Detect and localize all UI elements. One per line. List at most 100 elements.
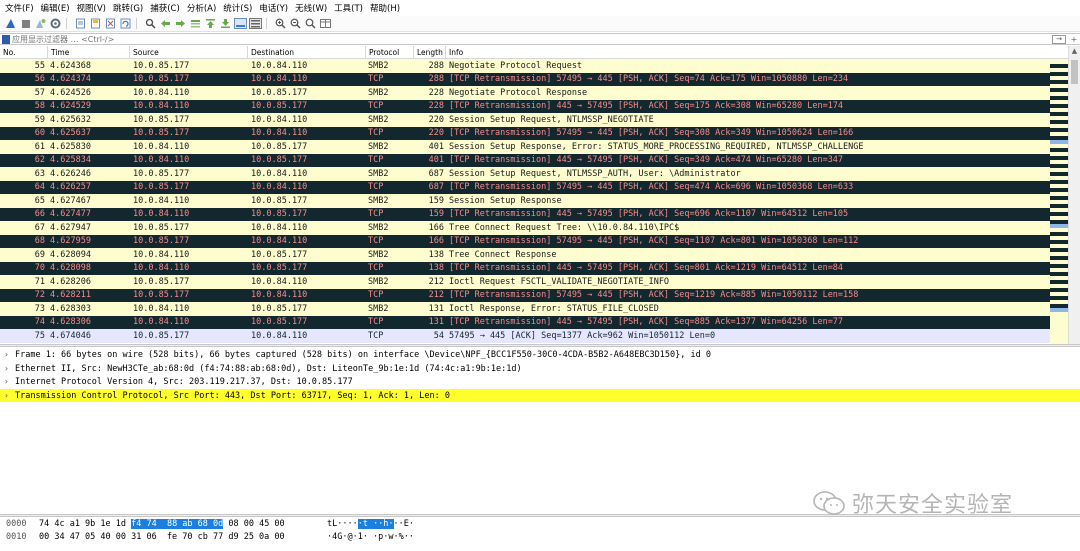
packet-minimap[interactable] [1050, 60, 1068, 344]
packet-row[interactable]: 55 4.624368 10.0.85.177 10.0.84.110 SMB2 288 N… [0, 59, 1068, 73]
packet-row[interactable]: 73 4.628303 10.0.84.110 10.0.85.177 SMB2 131 I… [0, 302, 1068, 316]
packet-protocol: SMB2 [368, 222, 389, 233]
packet-row[interactable]: 70 4.628098 10.0.84.110 10.0.85.177 TCP 138 [T… [0, 261, 1068, 275]
scrollbar-thumb[interactable] [1071, 60, 1078, 84]
menu-item[interactable]: 编辑(E) [39, 2, 75, 14]
bookmark-icon[interactable] [2, 34, 10, 44]
ascii-bytes[interactable]: ·4G·@·1· ·p·w·%·· [327, 531, 414, 544]
packet-row[interactable]: 57 4.624526 10.0.84.110 10.0.85.177 SMB2 228 N… [0, 86, 1068, 100]
packet-row[interactable]: 62 4.625834 10.0.84.110 10.0.85.177 TCP 401 [T… [0, 153, 1068, 167]
stop-icon[interactable] [19, 17, 32, 30]
ascii-bytes[interactable]: tL·····t ··h···E· [327, 518, 414, 531]
zoom-normal-icon[interactable] [304, 17, 317, 30]
packet-row[interactable]: 65 4.627467 10.0.84.110 10.0.85.177 SMB2 159 S… [0, 194, 1068, 208]
hex-offset: 0000 [6, 519, 27, 529]
packet-source: 10.0.85.177 [133, 60, 190, 71]
back-arrow-icon[interactable] [159, 17, 172, 30]
packet-row[interactable]: 60 4.625637 10.0.85.177 10.0.84.110 TCP 220 [T… [0, 126, 1068, 140]
packet-source: 10.0.85.177 [133, 236, 190, 247]
zoom-in-icon[interactable] [274, 17, 287, 30]
packet-no: 67 [34, 222, 45, 233]
pane-splitter[interactable] [0, 344, 1080, 347]
menu-item[interactable]: 统计(S) [221, 2, 257, 14]
go-first-icon[interactable] [204, 17, 217, 30]
packet-source: 10.0.84.110 [133, 195, 190, 206]
packet-time: 4.627959 [50, 236, 91, 247]
menu-item[interactable]: 跳转(G) [111, 2, 148, 14]
wechat-logo-icon [812, 490, 846, 516]
detail-tree-row[interactable]: › Frame 1: 66 bytes on wire (528 bits), 6… [0, 348, 1080, 362]
expand-chevron-icon[interactable]: › [4, 375, 15, 389]
open-file-icon[interactable] [74, 17, 87, 30]
menu-item[interactable]: 帮助(H) [368, 2, 405, 14]
reload-icon[interactable] [119, 17, 132, 30]
packet-source: 10.0.84.110 [133, 155, 190, 166]
restart-icon[interactable] [34, 17, 47, 30]
expand-chevron-icon[interactable]: › [4, 362, 15, 376]
close-file-icon[interactable] [104, 17, 117, 30]
find-icon[interactable] [144, 17, 157, 30]
column-header-protocol[interactable]: Protocol [366, 46, 414, 59]
packet-row[interactable]: 75 4.674046 10.0.85.177 10.0.84.110 TCP 54 574… [0, 329, 1068, 343]
packet-protocol: TCP [368, 290, 384, 301]
go-to-packet-icon[interactable] [189, 17, 202, 30]
packet-destination: 10.0.84.110 [251, 128, 308, 139]
zoom-out-icon[interactable] [289, 17, 302, 30]
column-header-no[interactable]: No. [0, 46, 48, 59]
forward-arrow-icon[interactable] [174, 17, 187, 30]
detail-tree-row[interactable]: › Transmission Control Protocol, Src Port… [0, 388, 1080, 403]
apply-filter-button[interactable]: → [1052, 34, 1066, 44]
packet-row[interactable]: 59 4.625632 10.0.85.177 10.0.84.110 SMB2 220 S… [0, 113, 1068, 127]
scroll-up-icon[interactable]: ▲ [1069, 46, 1080, 57]
go-last-icon[interactable] [219, 17, 232, 30]
packet-list-scrollbar[interactable]: ▲ [1068, 46, 1080, 344]
detail-tree-row[interactable]: › Ethernet II, Src: NewH3CTe_ab:68:0d (f4… [0, 362, 1080, 376]
packet-row[interactable]: 63 4.626246 10.0.85.177 10.0.84.110 SMB2 687 S… [0, 167, 1068, 181]
column-header-info[interactable]: Info [446, 46, 1068, 59]
save-file-icon[interactable] [89, 17, 102, 30]
detail-tree-row[interactable]: › Internet Protocol Version 4, Src: 203.1… [0, 375, 1080, 389]
packet-row[interactable]: 56 4.624374 10.0.85.177 10.0.84.110 TCP 288 [T… [0, 72, 1068, 86]
column-header-destination[interactable]: Destination [248, 46, 366, 59]
add-filter-button[interactable]: + [1068, 35, 1080, 44]
options-gear-icon[interactable] [49, 17, 62, 30]
column-header-source[interactable]: Source [130, 46, 248, 59]
menu-item[interactable]: 工具(T) [332, 2, 368, 14]
packet-destination: 10.0.84.110 [251, 222, 308, 233]
packet-length: 138 [428, 249, 444, 260]
packet-protocol: TCP [368, 263, 384, 274]
packet-time: 4.624368 [50, 60, 91, 71]
packet-row[interactable]: 64 4.626257 10.0.85.177 10.0.84.110 TCP 687 [T… [0, 180, 1068, 194]
packet-row[interactable]: 68 4.627959 10.0.85.177 10.0.84.110 TCP 166 [T… [0, 234, 1068, 248]
menu-item[interactable]: 无线(W) [293, 2, 332, 14]
menu-item[interactable]: 分析(A) [185, 2, 221, 14]
packet-row[interactable]: 66 4.627477 10.0.84.110 10.0.85.177 TCP 159 [T… [0, 207, 1068, 221]
detail-tree-label: Frame 1: 66 bytes on wire (528 bits), 66… [15, 350, 711, 360]
packet-row[interactable]: 74 4.628306 10.0.84.110 10.0.85.177 TCP 131 [T… [0, 315, 1068, 329]
packet-row[interactable]: 58 4.624529 10.0.84.110 10.0.85.177 TCP 228 [T… [0, 99, 1068, 113]
menu-item[interactable]: 捕获(C) [148, 2, 185, 14]
colorize-icon[interactable] [249, 17, 262, 30]
packet-row[interactable]: 69 4.628094 10.0.84.110 10.0.85.177 SMB2 138 T… [0, 248, 1068, 262]
autoscroll-icon[interactable] [234, 17, 247, 30]
resize-columns-icon[interactable] [319, 17, 332, 30]
expand-chevron-icon[interactable]: › [4, 348, 15, 362]
minimap-stripe [1050, 308, 1068, 312]
packet-row[interactable]: 61 4.625830 10.0.84.110 10.0.85.177 SMB2 401 S… [0, 140, 1068, 154]
menu-item[interactable]: 文件(F) [3, 2, 39, 14]
packet-row[interactable]: 71 4.628206 10.0.85.177 10.0.84.110 SMB2 212 I… [0, 275, 1068, 289]
packet-row[interactable]: 67 4.627947 10.0.85.177 10.0.84.110 SMB2 166 T… [0, 221, 1068, 235]
shark-fin-start-icon[interactable] [4, 17, 17, 30]
detail-tree-label: Ethernet II, Src: NewH3CTe_ab:68:0d (f4:… [15, 363, 522, 374]
menu-item[interactable]: 视图(V) [75, 2, 111, 14]
packet-row[interactable]: 72 4.628211 10.0.85.177 10.0.84.110 TCP 212 [T… [0, 288, 1068, 302]
menu-item[interactable]: 电话(Y) [257, 2, 293, 14]
packet-length: 166 [428, 222, 444, 233]
display-filter-input[interactable] [10, 34, 1052, 44]
hex-bytes[interactable]: 00 34 47 05 40 00 31 06 fe 70 cb 77 d9 2… [39, 531, 285, 544]
expand-chevron-icon[interactable]: › [4, 389, 15, 403]
packet-protocol: SMB2 [368, 60, 389, 71]
column-header-time[interactable]: Time [48, 46, 130, 59]
column-header-length[interactable]: Length [414, 46, 446, 59]
hex-bytes[interactable]: 74 4c a1 9b 1e 1d f4 74 88 ab 68 0d 08 0… [39, 518, 285, 531]
